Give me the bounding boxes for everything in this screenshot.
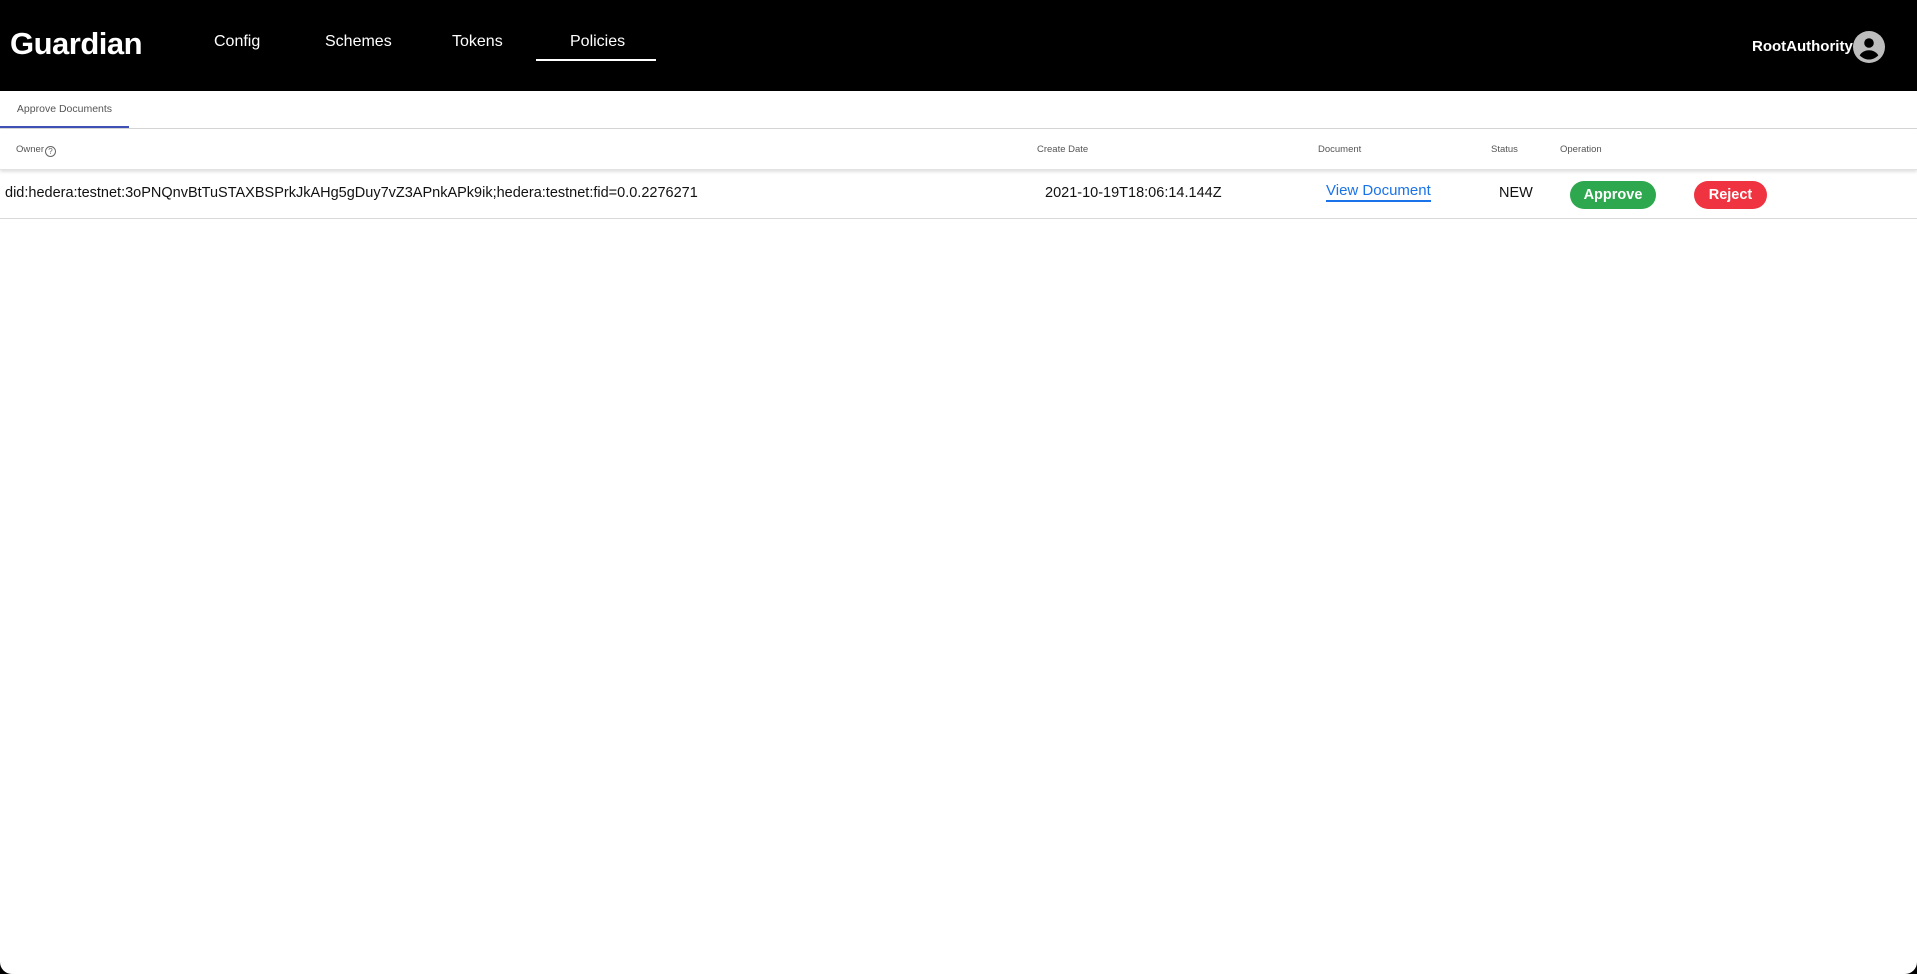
column-header-create-date[interactable]: Create Date (1037, 144, 1088, 155)
account-circle-icon[interactable] (1853, 31, 1885, 63)
column-header-owner-label: Owner (16, 144, 44, 155)
nav-policies[interactable]: Policies (570, 33, 625, 51)
app-logo[interactable]: Guardian (10, 26, 143, 62)
help-icon[interactable]: ? (44, 146, 56, 157)
status-cell: NEW (1499, 185, 1533, 201)
app-window: Guardian Config Schemes Tokens Policies … (0, 0, 1917, 974)
column-header-document: Document (1318, 144, 1362, 155)
nav-active-indicator (536, 59, 656, 61)
column-header-owner: Owner? (16, 144, 56, 157)
view-document-link[interactable]: View Document (1326, 182, 1431, 202)
nav-schemes[interactable]: Schemes (325, 33, 392, 51)
create-date-cell: 2021-10-19T18:06:14.144Z (1045, 185, 1222, 201)
nav-tokens[interactable]: Tokens (452, 33, 503, 51)
column-header-operation: Operation (1560, 144, 1602, 155)
tab-approve-documents[interactable]: Approve Documents (0, 91, 129, 128)
nav-config[interactable]: Config (214, 33, 260, 51)
main-content: Approve Documents Owner? Create Date Doc… (0, 91, 1917, 974)
reject-button[interactable]: Reject (1694, 181, 1767, 209)
user-name[interactable]: RootAuthority (1752, 38, 1853, 55)
table-header: Owner? Create Date Document Status Opera… (0, 129, 1917, 170)
table-row: did:hedera:testnet:3oPNQnvBtTuSTAXBSPrkJ… (0, 171, 1917, 219)
approve-button[interactable]: Approve (1570, 181, 1656, 209)
top-app-bar: Guardian Config Schemes Tokens Policies … (0, 0, 1917, 91)
column-header-status[interactable]: Status (1491, 144, 1518, 155)
tab-bar: Approve Documents (0, 91, 1917, 129)
owner-cell: did:hedera:testnet:3oPNQnvBtTuSTAXBSPrkJ… (5, 185, 698, 201)
